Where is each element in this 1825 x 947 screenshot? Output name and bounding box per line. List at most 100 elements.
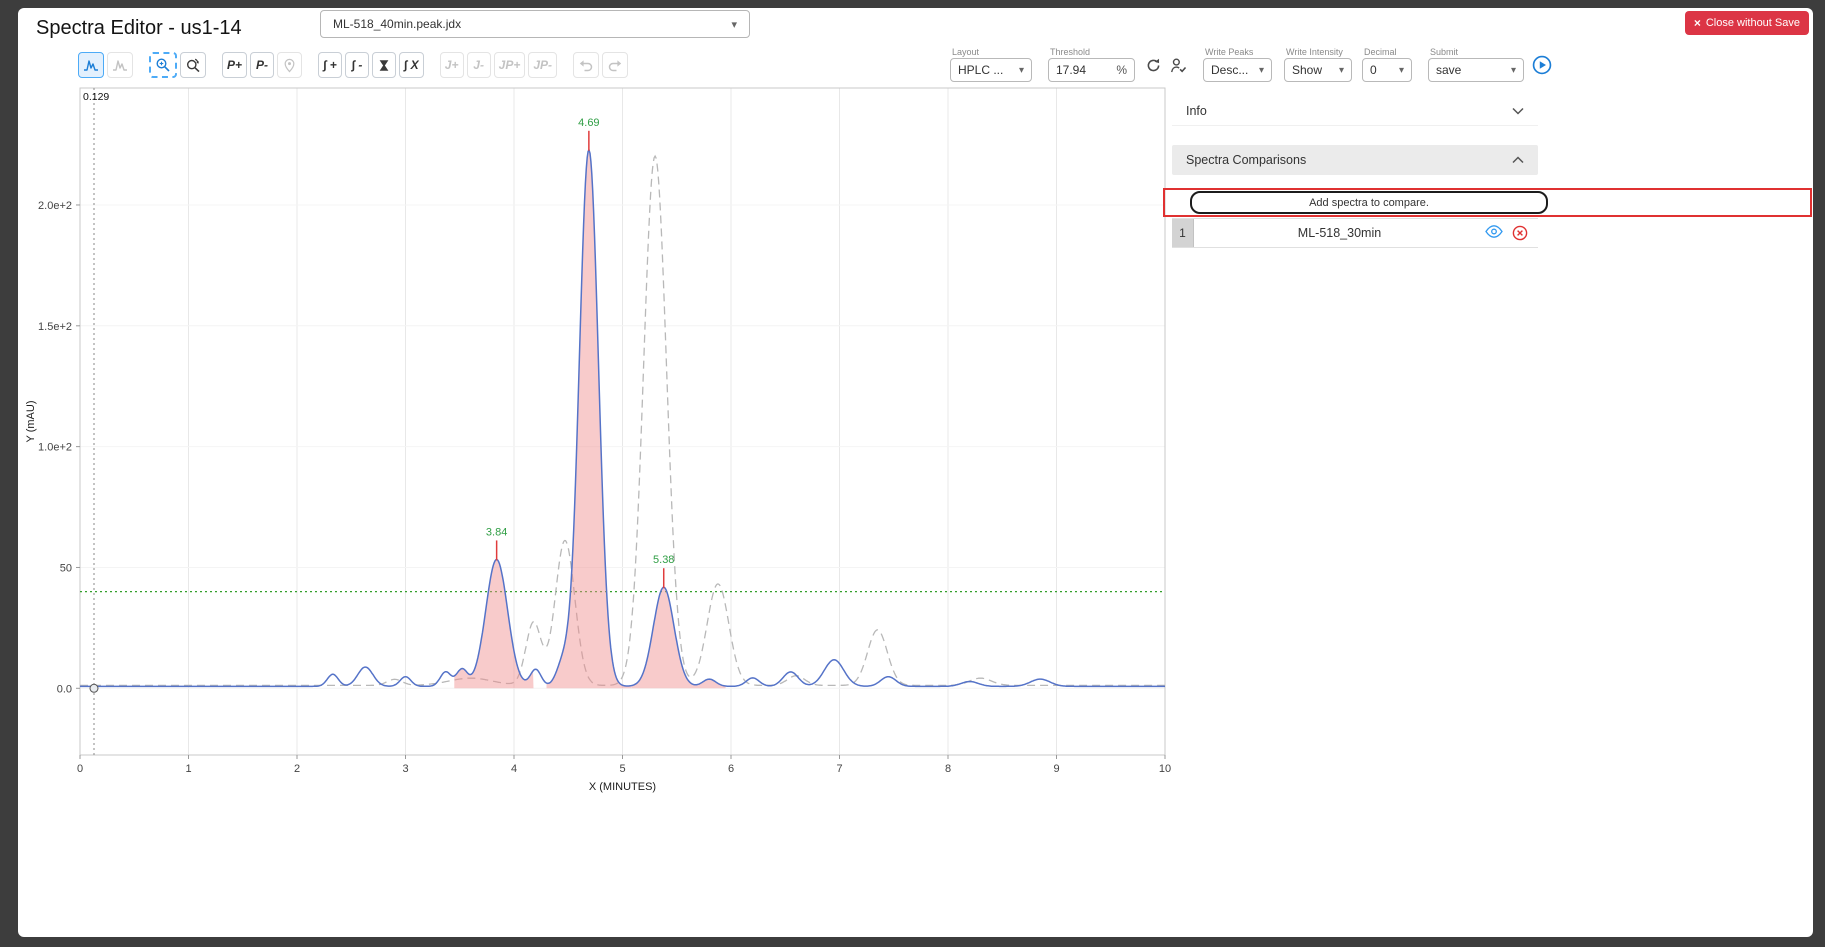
spectra-comparisons-section-header[interactable]: Spectra Comparisons	[1172, 145, 1538, 175]
zoom-tool-button[interactable]	[149, 52, 177, 78]
decimal-select[interactable]: 0 ▾	[1362, 58, 1412, 82]
x-tick-label: 6	[728, 763, 734, 775]
spectra-editor-window: Spectra Editor - us1-14 ML-518_40min.pea…	[18, 8, 1813, 937]
write-intensity-label: Write Intensity	[1284, 47, 1352, 58]
assign-user-button[interactable]	[1168, 57, 1188, 77]
chevron-down-icon	[1512, 104, 1524, 118]
x-tick-label: 7	[836, 763, 842, 775]
jp-remove-button[interactable]: JP-	[528, 52, 557, 78]
chromatogram-chart[interactable]: 0123456789102.0e+21.5e+21.0e+2500.0X (MI…	[18, 84, 1178, 800]
y-axis-title: Y (mAU)	[25, 401, 37, 443]
peak-retention-label: 5.38	[653, 554, 674, 566]
x-tick-label: 1	[185, 763, 191, 775]
spectrum-line-alt-tool-button[interactable]	[107, 52, 133, 78]
add-spectra-to-compare-button[interactable]: Add spectra to compare.	[1190, 191, 1548, 214]
y-tick-label: 0.0	[57, 683, 72, 695]
integral-threshold-button[interactable]	[372, 52, 396, 78]
close-icon: ×	[1694, 16, 1701, 30]
threshold-value: 17.94	[1056, 63, 1086, 77]
integral-add-button[interactable]: ∫ +	[318, 52, 342, 78]
refresh-icon	[1145, 62, 1162, 77]
integral-remove-button[interactable]: ∫ -	[345, 52, 369, 78]
spectrum-line-icon	[112, 57, 128, 73]
circle-x-icon	[1512, 229, 1528, 244]
chevron-down-icon: ▾	[1507, 65, 1516, 76]
integration-fill	[454, 560, 533, 689]
x-tick-label: 2	[294, 763, 300, 775]
x-tick-label: 9	[1053, 763, 1059, 775]
magnifier-reset-icon	[185, 57, 201, 73]
j-add-button[interactable]: J+	[440, 52, 464, 78]
x-tick-label: 3	[402, 763, 408, 775]
x-tick-label: 5	[619, 763, 625, 775]
spectrum-file-select[interactable]: ML-518_40min.peak.jdx ▾	[320, 10, 750, 38]
chevron-up-icon	[1512, 153, 1524, 167]
j-remove-button[interactable]: J-	[467, 52, 491, 78]
write-peaks-select[interactable]: Desc... ▾	[1203, 58, 1272, 82]
peak-retention-label: 4.69	[578, 117, 599, 129]
write-intensity-value: Show	[1292, 63, 1322, 77]
threshold-input[interactable]: 17.94 %	[1048, 58, 1135, 82]
x-tick-label: 0	[77, 763, 83, 775]
chromatogram-canvas[interactable]: 0123456789102.0e+21.5e+21.0e+2500.0X (MI…	[18, 84, 1178, 800]
jp-add-button[interactable]: JP+	[494, 52, 526, 78]
write-intensity-control: Write Intensity Show ▾	[1284, 47, 1352, 82]
decimal-value: 0	[1370, 63, 1377, 77]
comparison-list-item[interactable]: 1 ML-518_30min	[1172, 218, 1538, 248]
play-circle-icon	[1532, 63, 1552, 78]
chevron-down-icon: ▾	[1395, 65, 1404, 76]
info-section-title: Info	[1186, 104, 1207, 118]
submit-label: Submit	[1428, 47, 1524, 58]
spectrum-file-select-value: ML-518_40min.peak.jdx	[333, 17, 461, 31]
hourglass-icon	[377, 58, 391, 73]
recalculate-button[interactable]	[1143, 57, 1163, 77]
redo-icon	[607, 57, 623, 73]
x-tick-label: 4	[511, 763, 517, 775]
close-without-save-button[interactable]: × Close without Save	[1685, 11, 1809, 35]
layout-select[interactable]: HPLC ... ▾	[950, 58, 1032, 82]
threshold-control: Threshold 17.94 %	[1048, 47, 1135, 82]
spectrum-line-icon	[83, 57, 99, 73]
y-tick-label: 2.0e+2	[38, 200, 72, 212]
submit-value: save	[1436, 63, 1461, 77]
location-pin-icon	[282, 58, 297, 73]
zoom-reset-button[interactable]	[180, 52, 206, 78]
info-section-header[interactable]: Info	[1172, 96, 1538, 126]
write-peaks-label: Write Peaks	[1203, 47, 1272, 58]
integration-fill	[631, 587, 725, 688]
threshold-unit: %	[1116, 63, 1127, 77]
submit-select[interactable]: save ▾	[1428, 58, 1524, 82]
run-submit-button[interactable]	[1531, 55, 1553, 77]
layout-label: Layout	[950, 47, 1032, 58]
redo-button[interactable]	[602, 52, 628, 78]
write-peaks-value: Desc...	[1211, 63, 1248, 77]
submit-control: Submit save ▾	[1428, 47, 1524, 82]
undo-button[interactable]	[573, 52, 599, 78]
y-tick-label: 1.0e+2	[38, 442, 72, 454]
magnifier-plus-icon	[155, 57, 171, 73]
integral-clear-button[interactable]: ∫ X	[399, 52, 424, 78]
y-tick-label: 1.5e+2	[38, 321, 72, 333]
peak-retention-label: 3.84	[486, 526, 507, 538]
decimal-control: Decimal 0 ▾	[1362, 47, 1412, 82]
write-intensity-select[interactable]: Show ▾	[1284, 58, 1352, 82]
cursor-handle[interactable]	[90, 684, 98, 692]
cursor-value-label: 0.129	[83, 91, 109, 103]
peak-add-button[interactable]: P+	[222, 52, 247, 78]
toggle-visibility-button[interactable]	[1485, 225, 1503, 241]
peak-pick-button[interactable]	[277, 52, 302, 78]
peak-remove-button[interactable]: P-	[250, 52, 274, 78]
y-tick-label: 50	[60, 562, 72, 574]
spectrum-line-tool-button[interactable]	[78, 52, 104, 78]
chevron-down-icon: ▾	[1255, 65, 1264, 76]
close-without-save-label: Close without Save	[1706, 17, 1800, 29]
chevron-down-icon: ▾	[1335, 65, 1344, 76]
chevron-down-icon: ▾	[1015, 65, 1024, 76]
x-tick-label: 10	[1159, 763, 1171, 775]
undo-icon	[578, 57, 594, 73]
remove-comparison-button[interactable]	[1511, 225, 1529, 241]
decimal-label: Decimal	[1362, 47, 1412, 58]
threshold-label: Threshold	[1048, 47, 1135, 58]
chart-toolbar: P+ P- ∫ + ∫ - ∫ X J+ J- JP+ JP-	[78, 52, 628, 78]
comparison-spectrum-name: ML-518_30min	[1194, 226, 1485, 240]
